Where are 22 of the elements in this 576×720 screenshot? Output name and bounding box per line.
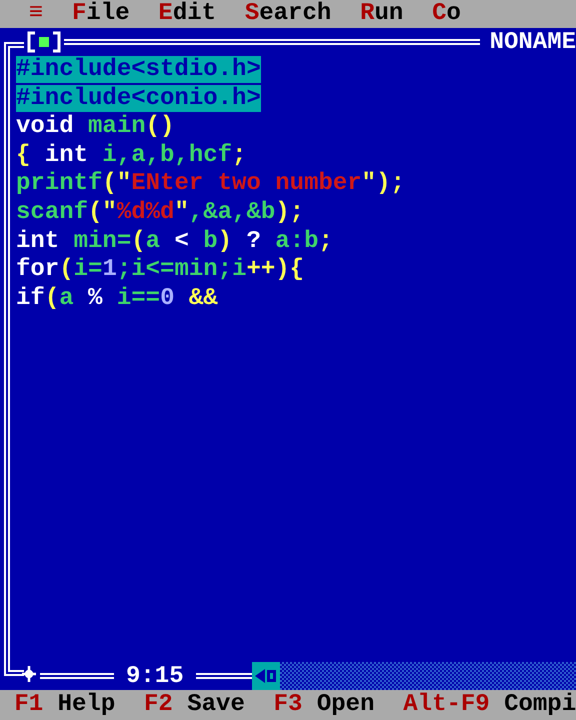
resize-handle-icon[interactable] xyxy=(20,664,38,684)
scroll-left-icon[interactable] xyxy=(252,662,280,690)
code-line: printf("ENter two number"); xyxy=(16,170,405,198)
close-icon[interactable] xyxy=(26,30,62,54)
cursor-position: 9:15 xyxy=(126,662,184,690)
menu-item[interactable]: File xyxy=(72,0,130,28)
code-line: void main() xyxy=(16,113,174,140)
shortcut-button[interactable]: F1 Help xyxy=(14,690,116,720)
code-line: scanf("%d%d",&a,&b); xyxy=(16,198,304,226)
menu-item[interactable]: Co xyxy=(432,0,461,28)
shortcut-button[interactable]: F2 Save xyxy=(144,690,245,720)
horizontal-scrollbar[interactable] xyxy=(280,662,576,690)
menu-item[interactable]: Edit xyxy=(158,0,216,28)
window-title: NONAME xyxy=(490,28,576,56)
menu-item[interactable]: Search xyxy=(244,0,332,28)
shortcut-button[interactable]: Alt-F9 Compi xyxy=(403,690,576,720)
menu-item[interactable]: Run xyxy=(360,0,404,28)
code-line: for(i=1;i<=min;i++){ xyxy=(16,256,304,284)
code-line: int min=(a < b) ? a:b; xyxy=(16,228,333,255)
shortcut-button[interactable]: F3 Open xyxy=(274,690,374,720)
code-line: { int i,a,b,hcf; xyxy=(16,142,246,169)
code-line: if(a % i==0 && xyxy=(16,284,218,312)
